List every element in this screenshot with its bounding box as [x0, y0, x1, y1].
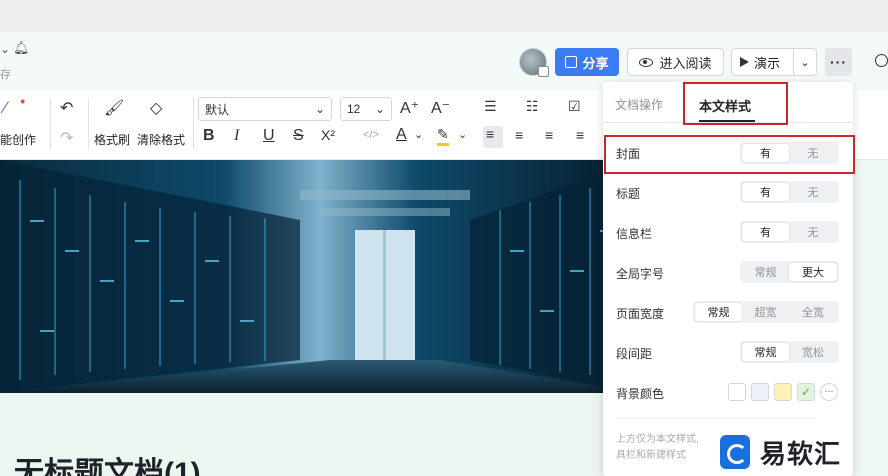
align-left-icon[interactable]: ≡	[483, 126, 503, 148]
bold-icon[interactable]: B	[203, 127, 215, 145]
option-normal[interactable]: 常规	[742, 343, 789, 361]
align-center-icon[interactable]: ≡	[515, 127, 523, 143]
font-size-select[interactable]: 12 ⌄	[340, 97, 392, 121]
watermark-logo-icon	[720, 435, 750, 469]
align-justify-icon[interactable]: ≡	[576, 127, 584, 143]
search-icon[interactable]	[875, 54, 888, 67]
row-label-page-width: 页面宽度	[616, 307, 665, 321]
row-label-background-color: 背景颜色	[616, 387, 665, 401]
style-note: 上方仅为本文样式, 具栏和新建样式	[616, 432, 699, 464]
cover-image[interactable]	[0, 160, 640, 393]
save-status: 存	[0, 69, 11, 81]
present-label: 演示	[754, 55, 781, 71]
italic-icon[interactable]: I	[234, 127, 239, 145]
watermark: 易软汇	[720, 428, 888, 476]
chevron-down-icon[interactable]: ⌄	[458, 128, 467, 141]
document-title[interactable]: 无标题文档(1)	[14, 448, 201, 476]
bg-swatch-white[interactable]	[728, 383, 746, 401]
format-painter-icon[interactable]: 🖌︎	[104, 98, 124, 118]
watermark-text: 易软汇	[760, 438, 842, 469]
divider	[193, 98, 194, 150]
read-label: 进入阅读	[659, 55, 712, 71]
browser-strip	[0, 0, 888, 32]
option-normal[interactable]: 常规	[742, 263, 789, 281]
checkbox-icon[interactable]: ☑	[568, 98, 581, 115]
option-normal[interactable]: 常规	[695, 303, 742, 321]
present-button[interactable]: 演示 ⌄	[731, 48, 817, 76]
page-width-toggle[interactable]: 常规 超宽 全宽	[693, 301, 839, 323]
present-main[interactable]: 演示	[732, 49, 794, 75]
highlight-icon[interactable]: ✎	[437, 126, 449, 146]
share-label: 分享	[582, 55, 609, 71]
ai-create-label[interactable]: 能创作	[0, 131, 36, 148]
title-toggle[interactable]: 有 无	[740, 181, 839, 203]
info-bar-toggle[interactable]: 有 无	[740, 221, 839, 243]
chevron-icon[interactable]: ⌄	[0, 42, 10, 56]
font-size-toggle[interactable]: 常规 更大	[740, 261, 839, 283]
grow-font-icon[interactable]: A⁺	[400, 98, 419, 118]
row-label-font-size: 全局字号	[616, 267, 665, 281]
shrink-font-icon[interactable]: A⁻	[431, 98, 450, 118]
chevron-down-icon: ⌄	[374, 102, 385, 116]
option-yes[interactable]: 有	[742, 183, 789, 201]
tab-document-ops[interactable]: 文档操作	[615, 96, 663, 113]
chevron-down-icon[interactable]: ⌄	[414, 128, 423, 141]
font-family-value: 默认	[205, 102, 230, 117]
underline-icon[interactable]: U	[263, 127, 275, 145]
option-wide[interactable]: 超宽	[742, 303, 789, 321]
code-icon[interactable]: </>	[363, 129, 379, 141]
option-larger[interactable]: 更大	[789, 263, 837, 281]
note-line-2: 具栏和新建样式	[616, 450, 686, 461]
chevron-down-icon[interactable]: ⌄	[794, 56, 816, 69]
ai-sparkle-icon: ●	[20, 96, 26, 106]
option-loose[interactable]: 宽松	[789, 343, 837, 361]
play-icon	[740, 57, 749, 67]
more-button[interactable]: ···	[825, 48, 852, 76]
row-label-title: 标题	[616, 187, 641, 201]
avatar[interactable]	[519, 48, 549, 77]
chevron-down-icon: ⌄	[314, 102, 325, 116]
font-color-icon[interactable]: A	[396, 126, 407, 144]
font-size-value: 12	[347, 102, 361, 116]
bell-icon[interactable]: 🔔︎	[13, 40, 30, 56]
align-right-icon[interactable]: ≡	[545, 127, 553, 143]
divider	[50, 98, 51, 150]
share-icon	[565, 56, 578, 68]
highlight-box-style-tab	[683, 82, 788, 125]
bg-swatch-yellow[interactable]	[774, 383, 792, 401]
row-label-paragraph-spacing: 段间距	[616, 347, 653, 361]
highlight-box-cover-row	[604, 135, 855, 174]
more-colors-button[interactable]: ···	[820, 383, 838, 401]
font-family-select[interactable]: 默认 ⌄	[198, 97, 332, 121]
read-mode-button[interactable]: 进入阅读	[627, 48, 724, 76]
note-line-1: 上方仅为本文样式,	[616, 434, 699, 445]
option-yes[interactable]: 有	[742, 223, 789, 241]
option-full[interactable]: 全宽	[789, 303, 837, 321]
avatar-badge-icon	[538, 66, 549, 77]
undo-icon[interactable]: ↶	[60, 98, 73, 118]
bullet-list-icon[interactable]: ☰	[484, 98, 497, 115]
eraser-icon[interactable]: ◇	[150, 98, 162, 118]
server-room-illustration	[0, 160, 640, 393]
divider	[88, 98, 89, 150]
bg-swatch-gray[interactable]	[751, 383, 769, 401]
eye-icon	[639, 57, 654, 67]
option-no[interactable]: 无	[789, 223, 837, 241]
ai-wand-icon[interactable]: ⁄	[4, 98, 7, 118]
row-label-info-bar: 信息栏	[616, 227, 653, 241]
note-divider	[616, 418, 816, 419]
option-no[interactable]: 无	[789, 183, 837, 201]
redo-icon[interactable]: ↷	[60, 128, 73, 148]
number-list-icon[interactable]: ☷	[526, 98, 539, 115]
format-painter-label[interactable]: 格式刷	[94, 131, 130, 148]
bg-swatch-green-selected[interactable]: ✓	[797, 383, 815, 401]
share-button[interactable]: 分享	[555, 48, 619, 76]
strikethrough-icon[interactable]: S	[293, 127, 304, 145]
clear-format-label[interactable]: 清除格式	[137, 131, 185, 148]
paragraph-spacing-toggle[interactable]: 常规 宽松	[740, 341, 839, 363]
superscript-icon[interactable]: X²	[321, 127, 335, 143]
